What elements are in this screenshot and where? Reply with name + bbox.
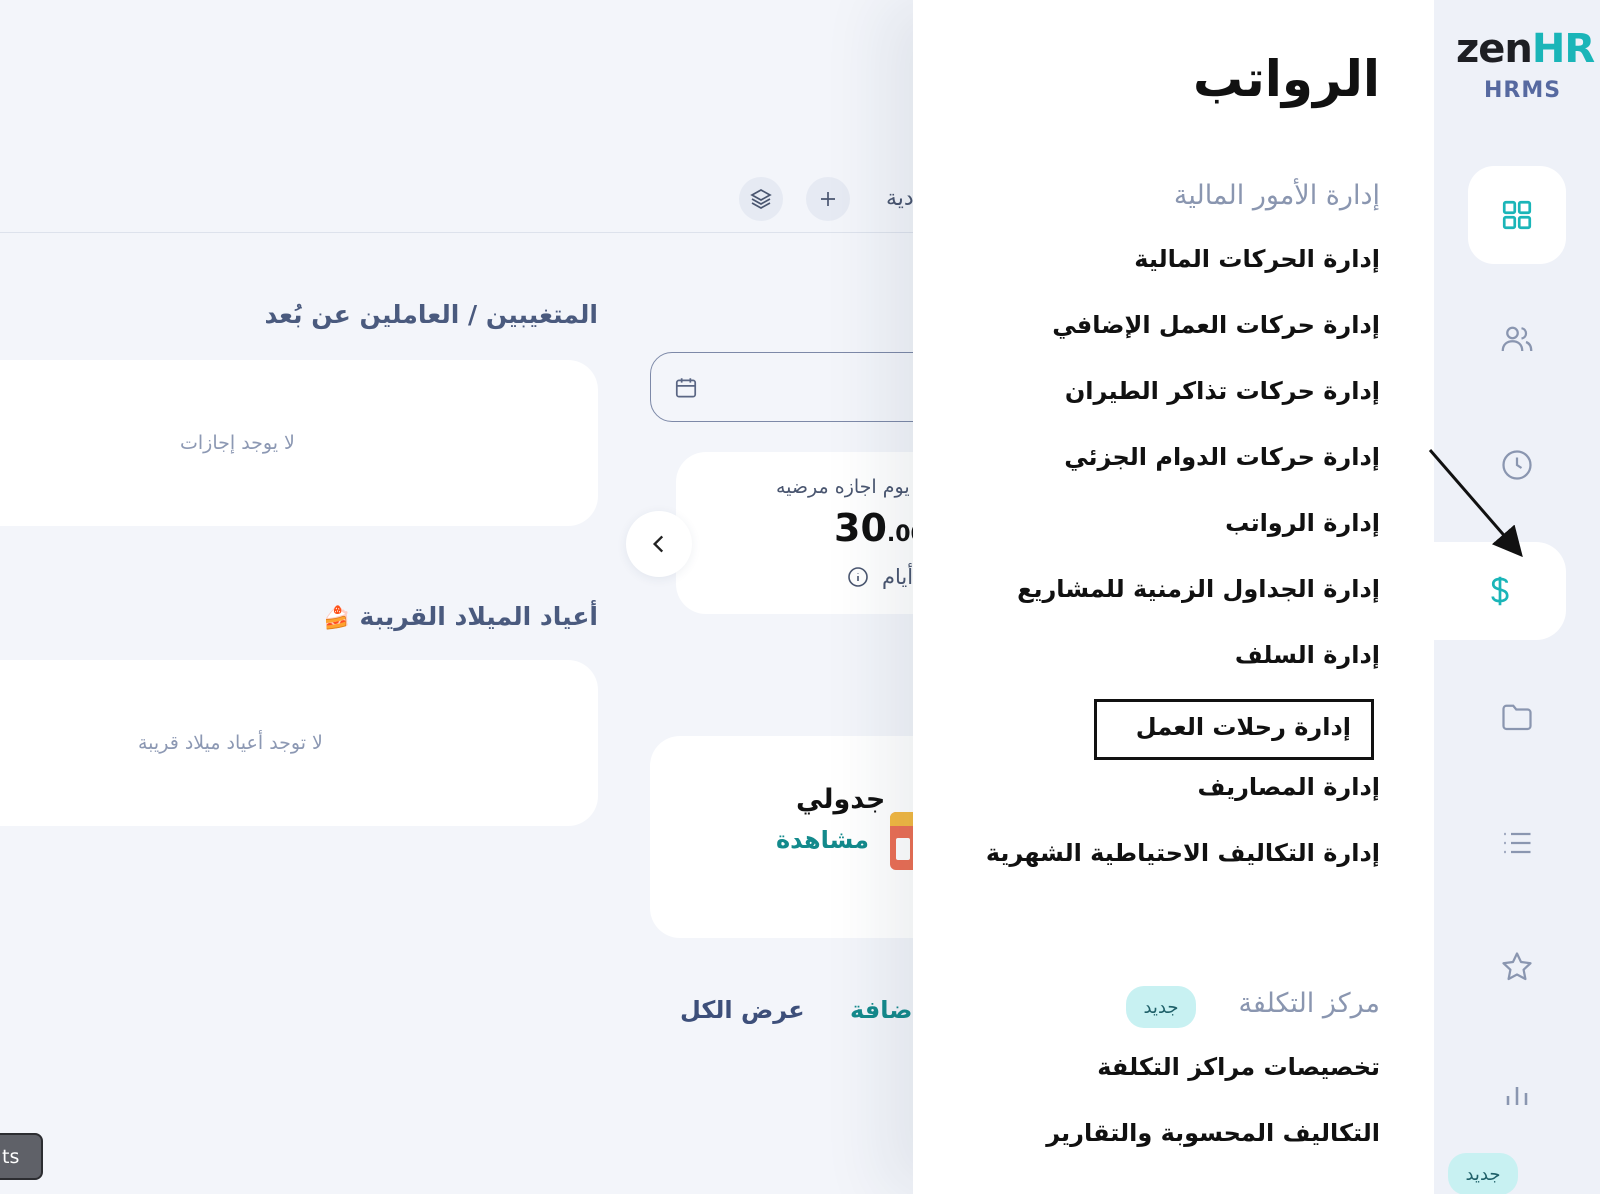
- plus-icon: [821, 192, 835, 206]
- main-sidebar: zenHR HRMS جديد: [1434, 0, 1600, 1194]
- new-badge: جديد: [1126, 986, 1196, 1028]
- add-link[interactable]: إضافة: [850, 996, 913, 1024]
- users-icon: [1501, 326, 1533, 352]
- list-icon: [1504, 832, 1531, 854]
- grid-icon: [1502, 200, 1532, 230]
- clock-icon: [1502, 450, 1532, 480]
- payroll-menu-panel: الرواتب إدارة الأمور المالية إدارة الحرك…: [913, 0, 1434, 1194]
- remote-card: [0, 360, 598, 526]
- leave-unit-label: أيام: [882, 565, 913, 589]
- sidebar-item-dashboard[interactable]: [1468, 166, 1566, 264]
- topbar-divider: [0, 232, 913, 233]
- menu-item-business-trips[interactable]: إدارة رحلات العمل: [1094, 699, 1374, 760]
- calendar-icon: [675, 378, 697, 398]
- sidebar-item-performance[interactable]: [1468, 918, 1566, 1016]
- zenhr-logo: zenHR: [1456, 26, 1595, 72]
- group-title-finance: إدارة الأمور المالية: [1173, 180, 1380, 211]
- birthdays-empty-text: لا توجد أعياد ميلاد قريبة: [138, 732, 323, 754]
- topbar-cut-label[interactable]: دية: [886, 186, 913, 211]
- sidebar-new-badge: جديد: [1448, 1153, 1518, 1194]
- star-icon: [1502, 952, 1532, 981]
- carousel-prev-button[interactable]: [626, 511, 692, 577]
- group-title-cost-center: مركز التكلفة: [1238, 988, 1380, 1019]
- sidebar-item-payroll[interactable]: [1434, 542, 1566, 640]
- sidebar-item-documents[interactable]: [1468, 668, 1566, 766]
- menu-item-expenses[interactable]: إدارة المصاريف: [1197, 773, 1380, 801]
- leave-value-int: 30: [834, 506, 887, 550]
- schedule-view-link[interactable]: مشاهدة: [776, 826, 869, 854]
- logo-subtitle: HRMS: [1484, 78, 1562, 103]
- menu-item-project-timesheets[interactable]: إدارة الجداول الزمنية للمشاريع: [1017, 575, 1380, 603]
- menu-item-monthly-reserve-costs[interactable]: إدارة التكاليف الاحتياطية الشهرية: [986, 839, 1380, 867]
- menu-item-calculated-costs-reports[interactable]: التكاليف المحسوبة والتقارير: [1046, 1119, 1380, 1147]
- sidebar-item-attendance[interactable]: [1468, 416, 1566, 514]
- cake-icon: 🍰: [323, 606, 351, 631]
- bar-chart-icon: [1506, 1087, 1528, 1105]
- panel-title: الرواتب: [1193, 50, 1380, 108]
- calendar-illustration-icon: [890, 812, 913, 870]
- remote-section-title: المتغيبين / العاملين عن بُعد: [264, 300, 598, 329]
- menu-item-flight-tickets[interactable]: إدارة حركات تذاكر الطيران: [1065, 377, 1380, 405]
- sidebar-item-requests[interactable]: [1468, 794, 1566, 892]
- menu-item-overtime-transactions[interactable]: إدارة حركات العمل الإضافي: [1052, 311, 1380, 339]
- sidebar-item-employees[interactable]: [1468, 290, 1566, 388]
- chevron-left-icon: [652, 535, 664, 553]
- menu-item-cost-center-allocations[interactable]: تخصيصات مراكز التكلفة: [1097, 1053, 1380, 1081]
- date-picker-field[interactable]: [650, 352, 913, 422]
- tooltip-button[interactable]: ts: [0, 1133, 43, 1180]
- dollar-icon: [1491, 576, 1509, 606]
- layers-button[interactable]: [739, 177, 783, 221]
- leave-type-label: يوم اجازه مرضيه: [776, 476, 910, 498]
- leave-balance-value: 30.00: [834, 506, 913, 550]
- menu-item-part-time[interactable]: إدارة حركات الدوام الجزئي: [1064, 443, 1380, 471]
- menu-item-financial-transactions[interactable]: إدارة الحركات المالية: [1134, 245, 1380, 273]
- view-all-link[interactable]: عرض الكل: [680, 996, 805, 1024]
- sidebar-item-reports[interactable]: [1468, 1044, 1566, 1142]
- schedule-title: جدولي: [796, 784, 886, 815]
- info-icon[interactable]: [846, 565, 870, 589]
- birthdays-section-title: أعياد الميلاد القريبة 🍰: [323, 602, 598, 631]
- layers-icon: [750, 189, 772, 209]
- remote-empty-text: لا يوجد إجازات: [180, 432, 295, 454]
- add-button[interactable]: [806, 177, 850, 221]
- menu-item-loans[interactable]: إدارة السلف: [1235, 641, 1380, 669]
- menu-item-payroll[interactable]: إدارة الرواتب: [1225, 509, 1380, 537]
- folder-icon: [1502, 704, 1532, 731]
- birthdays-title-text: أعياد الميلاد القريبة: [359, 602, 598, 631]
- dashboard-background: دية المتغيبين / العاملين عن بُعد لا يوجد…: [0, 0, 913, 1194]
- leave-value-dec: .00: [886, 522, 913, 547]
